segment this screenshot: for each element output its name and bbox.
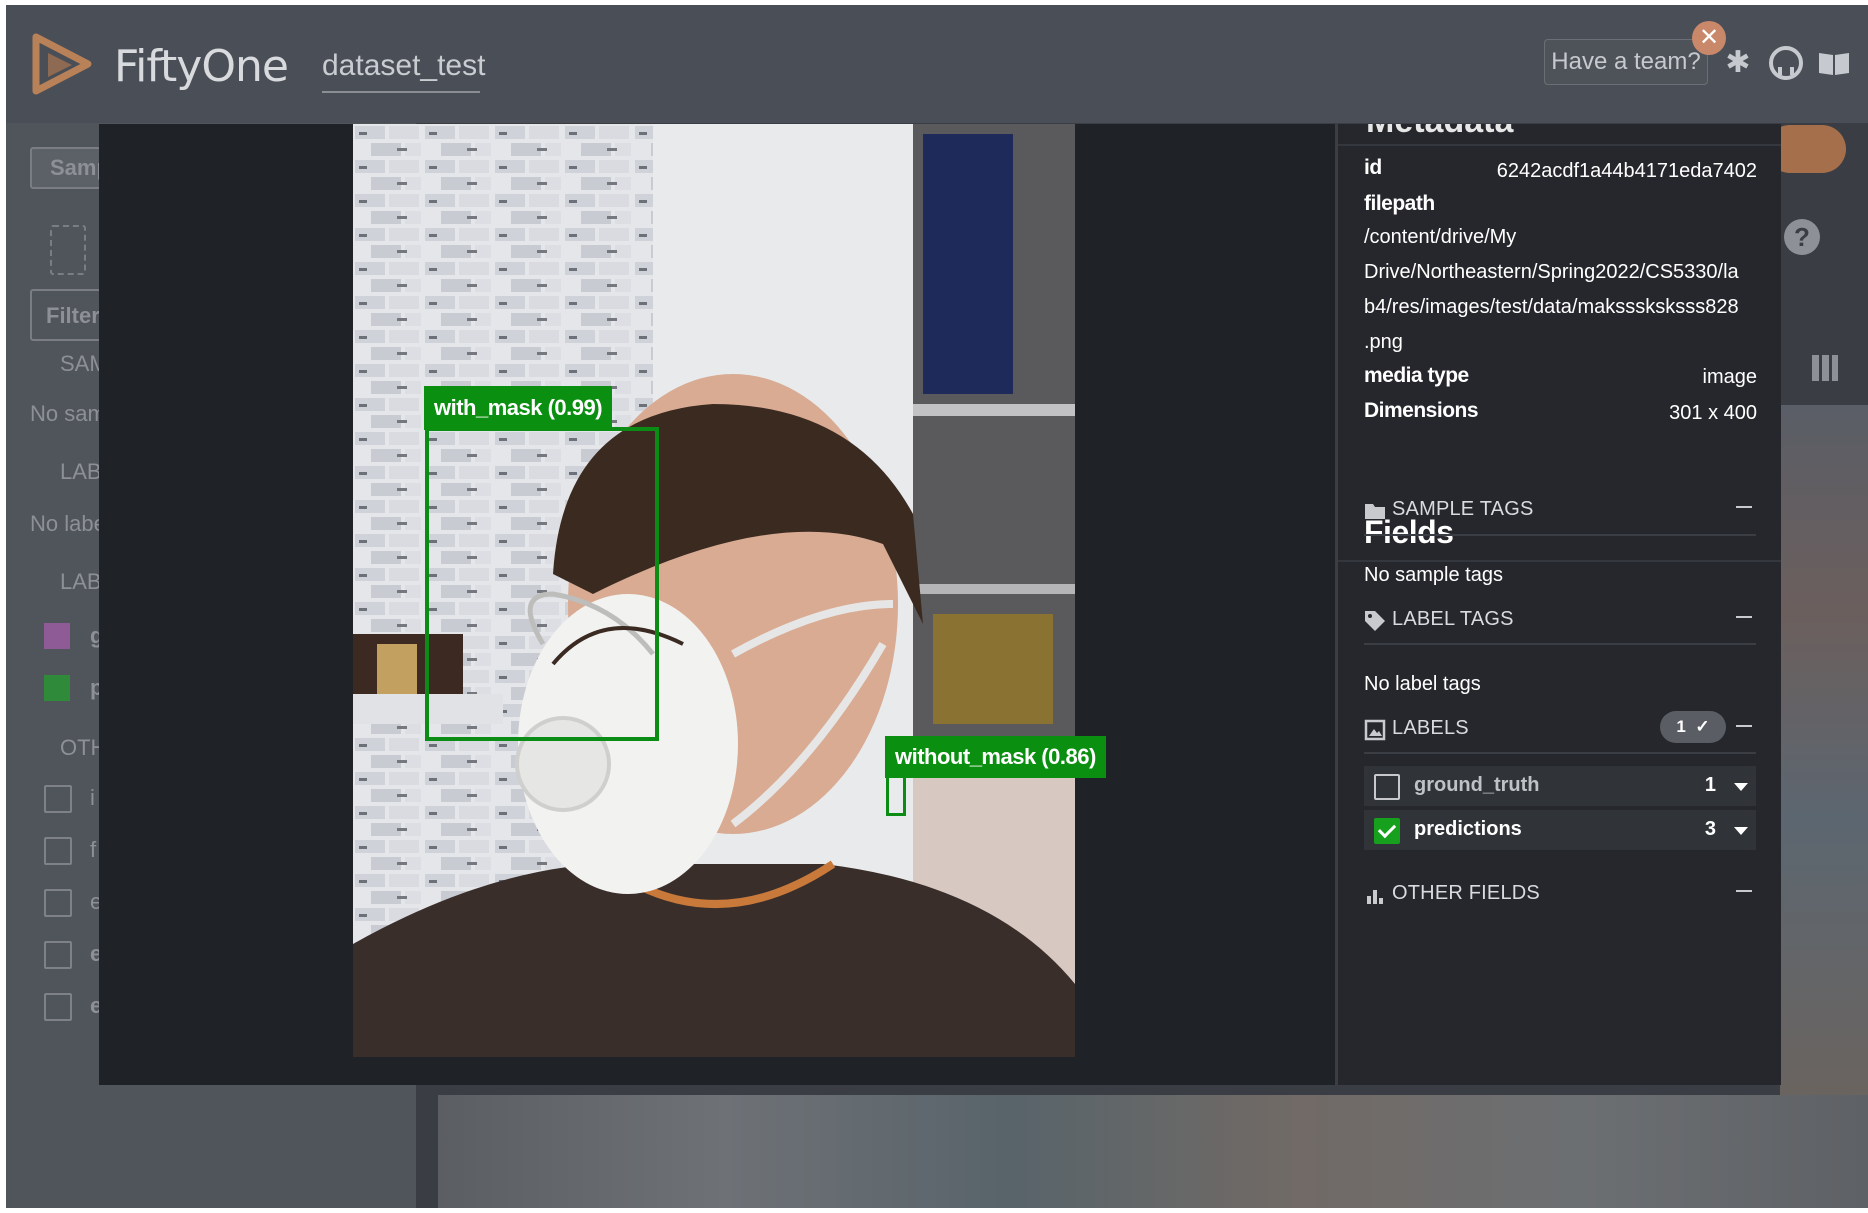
label-field-count: 1 <box>1704 774 1716 796</box>
collapse-icon[interactable] <box>1736 616 1752 618</box>
detection-label-without-mask: without_mask (0.86) <box>885 736 1106 778</box>
slack-icon[interactable]: ✱ <box>1720 45 1756 81</box>
dataset-selector[interactable]: dataset_test <box>322 49 485 83</box>
fiftyone-app: FiftyOne dataset_test Have a team? ✕ ✱ ?… <box>6 5 1868 1208</box>
label-row-ground-truth[interactable]: ground_truth 1 <box>1364 766 1756 806</box>
expand-icon <box>50 225 86 275</box>
labels-selected-count: 1 <box>1676 717 1686 736</box>
collapse-icon[interactable] <box>1736 890 1752 892</box>
image-viewer[interactable]: with_mask (0.99) without_mask (0.86) <box>99 124 1335 1085</box>
predictions-checkbox[interactable] <box>1374 818 1400 844</box>
docs-book-icon[interactable] <box>1816 45 1852 81</box>
dataset-underline <box>322 91 480 93</box>
other-fields-header[interactable]: OTHER FIELDS <box>1364 876 1756 916</box>
bg-no-sample-tags: No sam <box>30 401 106 426</box>
metadata-title: Metadata <box>1366 124 1513 141</box>
bar-chart-icon <box>1367 890 1383 904</box>
fields-separator <box>1338 560 1781 562</box>
sample-tags-title: SAMPLE TAGS <box>1392 498 1534 520</box>
meta-id-key: id <box>1364 156 1382 179</box>
bg-check-ground-truth <box>44 623 70 649</box>
thumbnail-column <box>1780 405 1868 1095</box>
tag-icon <box>1365 611 1385 631</box>
github-icon[interactable] <box>1768 45 1804 81</box>
no-sample-tags-text: No sample tags <box>1364 564 1503 586</box>
collapse-icon[interactable] <box>1736 506 1752 508</box>
top-header: FiftyOne dataset_test Have a team? ✕ ✱ <box>6 5 1868 123</box>
chevron-down-icon[interactable] <box>1734 827 1748 835</box>
label-tags-title: LABEL TAGS <box>1392 608 1514 630</box>
meta-dimensions-value: 301 x 400 <box>1669 402 1757 424</box>
meta-filepath-line: /content/drive/My <box>1364 226 1517 248</box>
ground-truth-checkbox[interactable] <box>1374 774 1400 800</box>
labels-title: LABELS <box>1392 717 1469 739</box>
brand-name[interactable]: FiftyOne <box>114 41 289 92</box>
detection-box-without-mask[interactable] <box>886 774 906 816</box>
image-labels-icon <box>1364 719 1386 741</box>
bg-check-predictions <box>44 675 70 701</box>
check-icon: ✓ <box>1690 717 1710 736</box>
detection-label-with-mask: with_mask (0.99) <box>424 386 613 430</box>
grid-icon <box>1812 355 1838 381</box>
sample-tags-header[interactable]: SAMPLE TAGS <box>1364 492 1756 532</box>
section-line <box>1364 534 1756 536</box>
label-tags-header[interactable]: LABEL TAGS <box>1364 602 1756 642</box>
have-a-team-button[interactable]: Have a team? <box>1544 39 1708 85</box>
meta-media-type-key: media type <box>1364 364 1469 387</box>
section-line <box>1364 752 1756 754</box>
meta-filepath-line: Drive/Northeastern/Spring2022/CS5330/la <box>1364 261 1739 283</box>
thumbnail-strip <box>438 1095 1868 1208</box>
metadata-separator <box>1338 144 1781 146</box>
tag-folder-icon <box>1365 504 1385 519</box>
no-label-tags-text: No label tags <box>1364 673 1481 695</box>
meta-filepath-line: .png <box>1364 331 1403 353</box>
labels-header[interactable]: LABELS 1 ✓ <box>1364 711 1756 751</box>
labels-selected-pill[interactable]: 1 ✓ <box>1660 711 1726 743</box>
bg-label-tags: LAB <box>60 459 102 484</box>
other-fields-title: OTHER FIELDS <box>1392 882 1540 904</box>
meta-dimensions-key: Dimensions <box>1364 399 1479 422</box>
meta-filepath-line: b4/res/images/test/data/maksssksksss828 <box>1364 296 1739 318</box>
label-field-name: ground_truth <box>1414 774 1540 796</box>
sample-modal: with_mask (0.99) without_mask (0.86) Met… <box>99 124 1781 1085</box>
fiftyone-logo-icon[interactable] <box>28 29 98 99</box>
sample-sidebar: Metadata id 6242acdf1a44b4171eda7402 fil… <box>1338 124 1781 1085</box>
meta-id-value: 6242acdf1a44b4171eda7402 <box>1496 160 1757 182</box>
label-field-name: predictions <box>1414 818 1522 840</box>
bg-labels: LAB <box>60 569 102 594</box>
label-row-predictions[interactable]: predictions 3 <box>1364 810 1756 850</box>
bg-no-label-tags: No labe <box>30 511 106 536</box>
meta-media-type-value: image <box>1702 366 1757 388</box>
detection-box-with-mask[interactable] <box>425 427 659 741</box>
section-line <box>1364 643 1756 645</box>
help-icon: ? <box>1784 219 1820 255</box>
chevron-down-icon[interactable] <box>1734 783 1748 791</box>
meta-filepath-key: filepath <box>1364 192 1435 215</box>
label-field-count: 3 <box>1704 818 1716 840</box>
collapse-icon[interactable] <box>1736 725 1752 727</box>
